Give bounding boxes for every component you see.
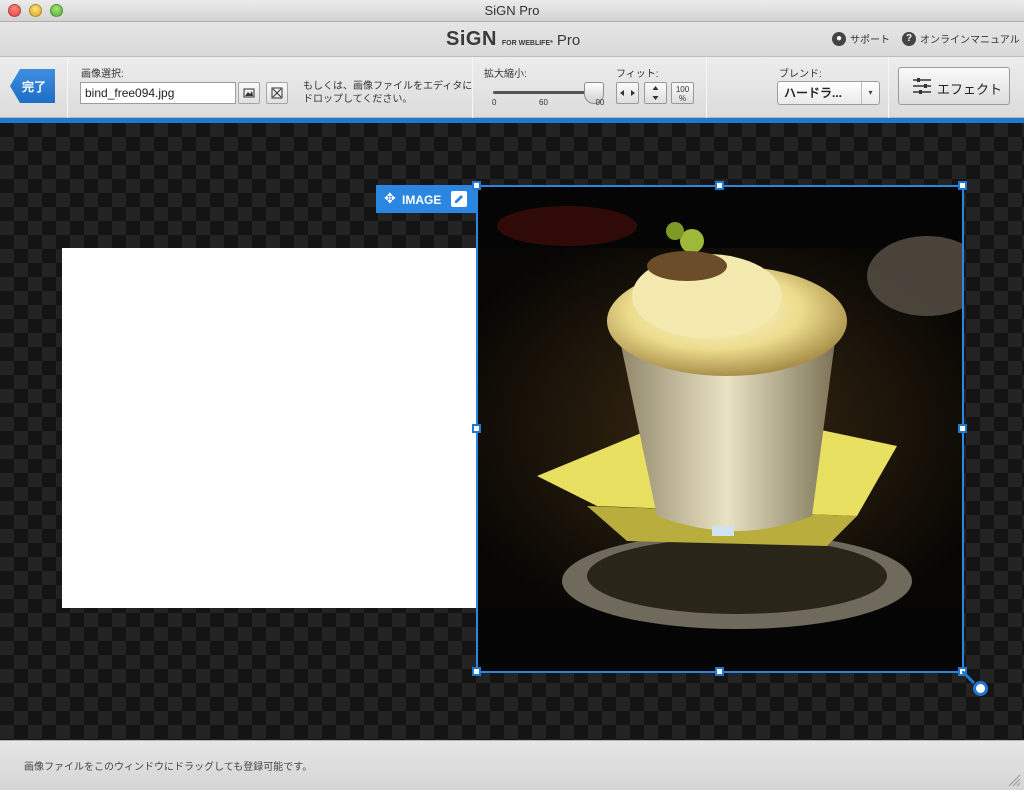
clear-image-button[interactable] <box>266 82 288 104</box>
sliders-icon <box>913 78 931 94</box>
app-window: SiGN Pro SiGN FOR WEBLIFE* Pro ● サポート ? … <box>0 0 1024 790</box>
fit-100-pct: % <box>678 94 687 103</box>
fit-width-button[interactable] <box>616 82 639 104</box>
support-link-label: サポート <box>850 35 890 46</box>
drop-hint-line2: ドロップしてください。 <box>303 94 413 105</box>
title-bar: SiGN Pro <box>0 0 1024 22</box>
effect-button[interactable]: エフェクト <box>898 67 1010 105</box>
picture-icon <box>243 88 255 98</box>
resize-handle-left[interactable] <box>472 424 481 433</box>
toolbar-divider <box>888 57 889 118</box>
close-window-button[interactable] <box>8 4 21 17</box>
blend-label: ブレンド: <box>779 69 822 80</box>
resize-handle-top[interactable] <box>715 181 724 190</box>
done-button-label: 完了 <box>22 80 47 94</box>
support-link[interactable]: ● サポート <box>832 31 890 46</box>
zoom-slider-track[interactable] <box>493 91 597 94</box>
logo-edition: Pro <box>556 32 581 49</box>
fit-100-label: 100 <box>675 85 690 94</box>
toolbar-divider <box>706 57 707 118</box>
resize-handle-bottom-left[interactable] <box>472 667 481 676</box>
fit-100-percent-button[interactable]: 100 % <box>671 82 694 104</box>
canvas-background-area <box>62 248 477 608</box>
window-title: SiGN Pro <box>484 3 540 18</box>
status-message: 画像ファイルをこのウィンドウにドラッグしても登録可能です。 <box>24 762 313 773</box>
blend-mode-select[interactable]: ハードラ... ▾ <box>777 81 880 105</box>
zoom-tick-min: 0 <box>492 98 497 107</box>
edit-pencil-icon[interactable] <box>451 191 467 207</box>
image-file-field[interactable]: bind_free094.jpg <box>80 82 236 104</box>
selection-frame[interactable] <box>476 185 964 673</box>
minimize-window-button[interactable] <box>29 4 42 17</box>
logo-sub: FOR WEBLIFE* <box>501 40 553 47</box>
status-bar: 画像ファイルをこのウィンドウにドラッグしても登録可能です。 <box>0 740 1024 790</box>
online-manual-link[interactable]: ? オンラインマニュアル <box>902 31 1020 46</box>
image-layer-label: IMAGE <box>402 193 442 207</box>
editor-canvas[interactable]: ✥ IMAGE <box>0 123 1024 740</box>
zoom-window-button[interactable] <box>50 4 63 17</box>
resize-handle-right[interactable] <box>958 424 967 433</box>
resize-handle-top-left[interactable] <box>472 181 481 190</box>
resize-handle-top-right[interactable] <box>958 181 967 190</box>
zoom-tick-mid: 60 <box>539 98 548 107</box>
browse-image-button[interactable] <box>238 82 260 104</box>
drop-hint: もしくは、画像ファイルをエディタに ドロップしてください。 <box>303 80 472 106</box>
pencil-icon <box>455 195 463 203</box>
drop-hint-line1: もしくは、画像ファイルをエディタに <box>303 81 473 92</box>
brand-bar: SiGN FOR WEBLIFE* Pro ● サポート ? オンラインマニュア… <box>0 22 1024 57</box>
image-select-label: 画像選択: <box>81 69 124 80</box>
fit-height-icon <box>652 86 659 100</box>
clear-icon <box>271 87 283 99</box>
done-button[interactable]: 完了 <box>10 69 55 103</box>
app-logo: SiGN FOR WEBLIFE* Pro <box>446 28 580 51</box>
resize-grip-icon[interactable] <box>1007 773 1021 787</box>
move-icon[interactable]: ✥ <box>384 191 396 205</box>
zoom-label: 拡大縮小: <box>484 69 527 80</box>
online-manual-label: オンラインマニュアル <box>920 35 1020 46</box>
logo-name: SiGN <box>446 28 497 50</box>
fit-width-icon <box>620 90 635 96</box>
toolbar-divider <box>67 57 68 118</box>
help-icon: ? <box>902 31 916 46</box>
resize-handle-bottom[interactable] <box>715 667 724 676</box>
blend-mode-value: ハードラ... <box>784 86 843 100</box>
fit-height-button[interactable] <box>644 82 667 104</box>
rotate-handle[interactable] <box>973 681 988 696</box>
person-icon: ● <box>832 31 846 46</box>
fit-label: フィット: <box>616 69 659 80</box>
chevron-down-icon: ▾ <box>861 82 879 104</box>
effect-button-label: エフェクト <box>937 82 1003 97</box>
image-layer-tag[interactable]: ✥ IMAGE <box>376 185 476 213</box>
